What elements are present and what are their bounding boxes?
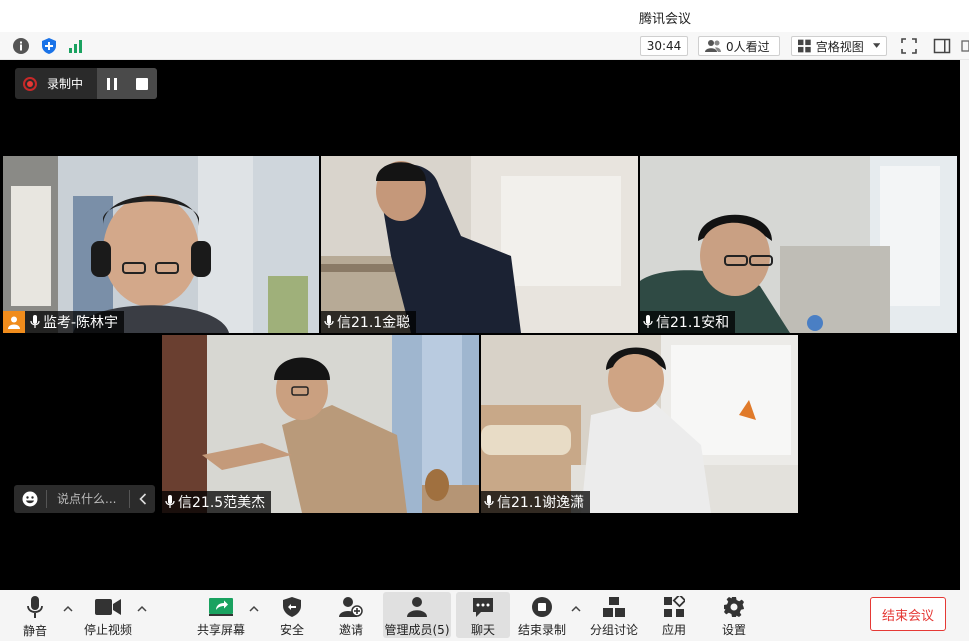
participant-name: 信21.1金聪 xyxy=(337,315,411,331)
apps-button[interactable]: 应用 xyxy=(654,592,694,638)
chevron-up-icon[interactable] xyxy=(249,604,259,614)
window-title: 腾讯会议 xyxy=(638,12,691,27)
participant-name: 监考-陈林宇 xyxy=(43,315,119,331)
breakout-icon xyxy=(603,596,625,617)
video-stage: 录制中 监考-陈林宇 信21.1金聪 信21.1安和 信21.5范美杰 信21.… xyxy=(0,60,960,590)
security-label: 安全 xyxy=(279,623,304,637)
participant-name: 信21.1安和 xyxy=(656,315,730,331)
chat-quick-input[interactable]: 说点什么... xyxy=(14,485,155,513)
invite-button[interactable]: 邀请 xyxy=(331,592,371,638)
chevron-up-icon[interactable] xyxy=(571,604,581,614)
stop-video-button[interactable]: 停止视频 xyxy=(80,592,136,638)
participant-name-tag: 信21.1金聪 xyxy=(321,311,417,333)
stop-video-label: 停止视频 xyxy=(83,623,132,637)
mute-button[interactable]: 静音 xyxy=(14,592,56,638)
security-button[interactable]: 安全 xyxy=(272,592,312,638)
camera-icon xyxy=(95,598,121,615)
collapse-chevron-icon[interactable] xyxy=(129,490,155,508)
chat-bubble-icon xyxy=(473,597,493,617)
breakout-label: 分组讨论 xyxy=(589,623,638,637)
top-toolbar: 30:44 0人看过 宫格视图 xyxy=(0,32,969,60)
invite-label: 邀请 xyxy=(338,623,363,637)
add-user-icon xyxy=(339,596,363,617)
video-tile-3[interactable]: 信21.1安和 xyxy=(640,156,957,333)
recording-label: 录制中 xyxy=(47,77,84,91)
emoji-icon[interactable] xyxy=(14,491,46,507)
end-meeting-button[interactable]: 结束会议 xyxy=(870,597,946,631)
share-screen-button[interactable]: 共享屏幕 xyxy=(194,592,248,638)
side-panel-icon[interactable] xyxy=(933,37,951,55)
breakout-rooms-button[interactable]: 分组讨论 xyxy=(588,592,640,638)
mic-icon xyxy=(643,315,653,328)
signal-icon[interactable] xyxy=(67,37,85,55)
chat-placeholder[interactable]: 说点什么... xyxy=(46,490,129,508)
stop-recording-icon xyxy=(532,596,552,617)
meeting-timer: 30:44 xyxy=(640,36,688,56)
viewers-count: 0人看过 xyxy=(726,39,770,54)
mic-icon xyxy=(30,315,40,328)
settings-label: 设置 xyxy=(721,623,746,637)
people-icon xyxy=(705,40,721,52)
stage-right-edge xyxy=(960,60,969,590)
video-feed xyxy=(162,335,479,513)
participant-name: 信21.1谢逸潇 xyxy=(497,495,585,511)
record-dot-icon xyxy=(23,76,37,91)
chevron-down-icon xyxy=(872,43,880,48)
video-feed xyxy=(321,156,638,333)
view-mode-label: 宫格视图 xyxy=(815,39,864,54)
participant-name-tag: 监考-陈林宇 xyxy=(3,311,125,333)
video-feed xyxy=(640,156,957,333)
pause-icon[interactable] xyxy=(106,77,118,90)
grid-icon xyxy=(798,39,811,53)
share-screen-label: 共享屏幕 xyxy=(196,623,245,637)
participant-name: 信21.5范美杰 xyxy=(178,495,266,511)
video-tile-host[interactable]: 监考-陈林宇 xyxy=(3,156,319,333)
participant-name-tag: 信21.5范美杰 xyxy=(162,491,272,513)
manage-members-button[interactable]: 管理成员(5) xyxy=(383,592,451,638)
overflow-icon[interactable] xyxy=(958,37,969,55)
stop-icon[interactable] xyxy=(136,77,148,90)
timer-text: 30:44 xyxy=(646,39,682,53)
mic-icon xyxy=(165,495,175,508)
fullscreen-icon[interactable] xyxy=(900,37,918,55)
end-recording-button[interactable]: 结束录制 xyxy=(516,592,568,638)
mic-icon xyxy=(484,495,494,508)
mic-icon xyxy=(324,315,334,328)
video-tile-4[interactable]: 信21.5范美杰 xyxy=(162,335,479,513)
recording-indicator: 录制中 xyxy=(15,68,157,99)
security-shield-icon xyxy=(283,596,301,617)
gear-icon xyxy=(724,596,744,617)
participant-name-tag: 信21.1谢逸潇 xyxy=(481,491,591,513)
members-icon xyxy=(407,596,427,617)
bottom-toolbar: 静音 停止视频 共享屏幕 安全 邀请 管理成员(5) 聊天 结束录制 分组讨论 … xyxy=(0,590,969,641)
shield-icon[interactable] xyxy=(40,37,58,55)
view-mode-dropdown[interactable]: 宫格视图 xyxy=(791,36,887,56)
manage-members-label: 管理成员(5) xyxy=(384,623,450,637)
apps-label: 应用 xyxy=(661,623,686,637)
video-tile-5[interactable]: 信21.1谢逸潇 xyxy=(481,335,798,513)
chat-button[interactable]: 聊天 xyxy=(456,592,510,638)
share-screen-icon xyxy=(209,597,233,616)
host-badge-icon xyxy=(3,311,25,333)
end-recording-label: 结束录制 xyxy=(517,623,566,637)
chevron-up-icon[interactable] xyxy=(63,604,73,614)
mute-label: 静音 xyxy=(22,624,47,638)
video-tile-2[interactable]: 信21.1金聪 xyxy=(321,156,638,333)
apps-icon xyxy=(664,595,685,617)
info-icon[interactable] xyxy=(12,37,30,55)
chevron-up-icon[interactable] xyxy=(137,604,147,614)
viewers-button[interactable]: 0人看过 xyxy=(698,36,780,56)
microphone-icon xyxy=(27,596,43,618)
participant-name-tag: 信21.1安和 xyxy=(640,311,736,333)
settings-button[interactable]: 设置 xyxy=(714,592,754,638)
video-feed xyxy=(481,335,798,513)
chat-label: 聊天 xyxy=(470,623,495,637)
title-bar: 腾讯会议 xyxy=(0,0,969,32)
video-feed xyxy=(3,156,319,333)
